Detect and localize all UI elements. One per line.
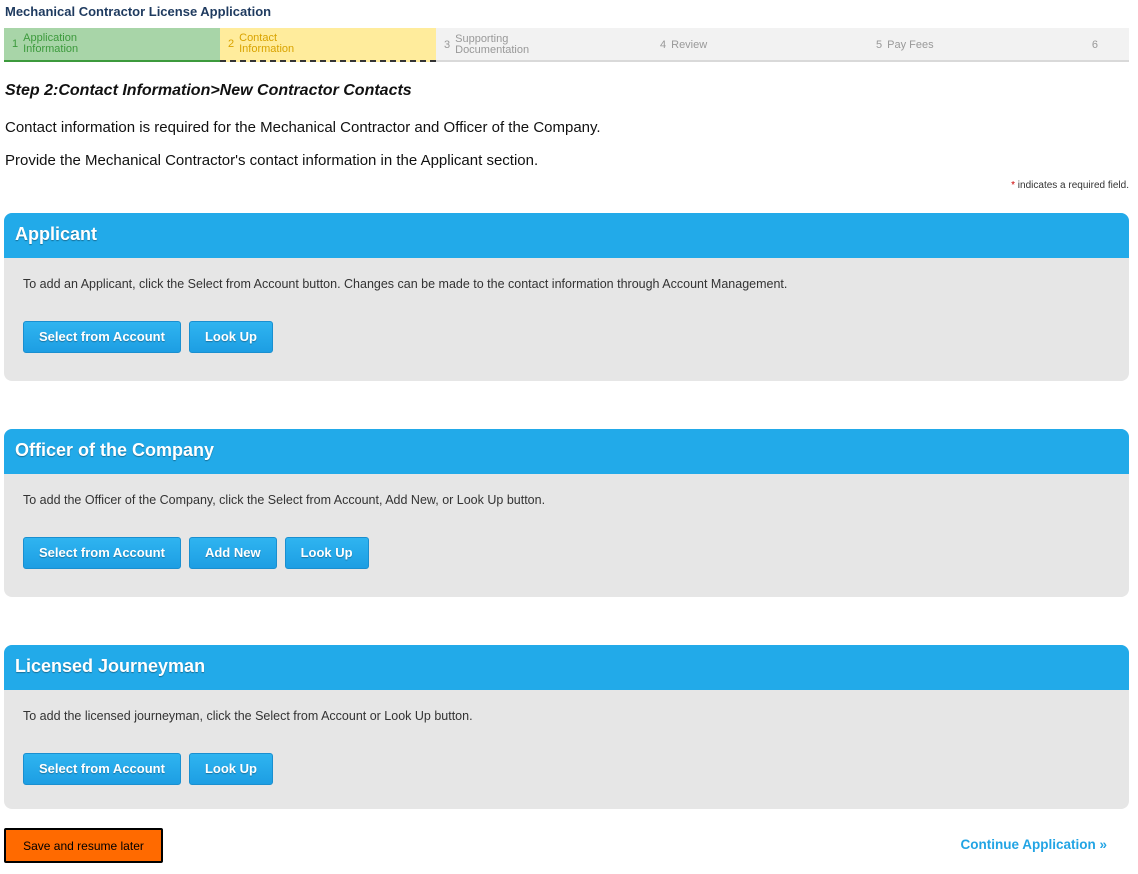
journeyman-button-group: Select from Account Look Up bbox=[23, 753, 273, 785]
step-number: 1 bbox=[12, 37, 19, 50]
step-label: Review bbox=[671, 38, 708, 51]
step-2-contact-information[interactable]: 2 Contact Information bbox=[220, 28, 436, 62]
step-4-review: 4 Review bbox=[652, 28, 868, 62]
step-number: 3 bbox=[444, 38, 451, 51]
officer-section: Officer of the Company To add the Office… bbox=[4, 429, 1129, 597]
officer-button-group: Select from Account Add New Look Up bbox=[23, 537, 369, 569]
step-5-pay-fees: 5 Pay Fees bbox=[868, 28, 1084, 62]
applicant-look-up-button[interactable]: Look Up bbox=[188, 321, 273, 353]
officer-select-from-account-button[interactable]: Select from Account bbox=[23, 537, 181, 569]
step-label: Supporting Documentation bbox=[455, 34, 529, 56]
step-6: 6 bbox=[1084, 28, 1129, 62]
officer-add-new-button[interactable]: Add New bbox=[188, 537, 277, 569]
step-label-line2: Documentation bbox=[455, 44, 530, 56]
required-note-text: indicates a required field. bbox=[1015, 180, 1129, 191]
applicant-button-group: Select from Account Look Up bbox=[23, 321, 273, 353]
applicant-section-title: Applicant bbox=[4, 213, 1129, 258]
journeyman-section-description: To add the licensed journeyman, click th… bbox=[23, 709, 473, 723]
step-number: 2 bbox=[228, 37, 235, 50]
step-number: 5 bbox=[876, 38, 883, 51]
required-field-note: * indicates a required field. bbox=[1011, 180, 1129, 191]
step-label: Contact Information bbox=[239, 33, 294, 55]
intro-text-2: Provide the Mechanical Contractor's cont… bbox=[5, 152, 539, 169]
journeyman-select-from-account-button[interactable]: Select from Account bbox=[23, 753, 181, 785]
step-number: 6 bbox=[1091, 38, 1098, 51]
officer-section-title: Officer of the Company bbox=[4, 429, 1129, 474]
journeyman-section-title: Licensed Journeyman bbox=[4, 645, 1129, 690]
officer-section-description: To add the Officer of the Company, click… bbox=[23, 493, 546, 507]
applicant-section: Applicant To add an Applicant, click the… bbox=[4, 213, 1129, 381]
applicant-select-from-account-button[interactable]: Select from Account bbox=[23, 321, 181, 353]
applicant-section-description: To add an Applicant, click the Select fr… bbox=[23, 277, 788, 291]
save-and-resume-later-button[interactable]: Save and resume later bbox=[4, 828, 163, 863]
step-label-line2: Information bbox=[23, 43, 79, 55]
journeyman-look-up-button[interactable]: Look Up bbox=[188, 753, 273, 785]
step-label-line2: Information bbox=[239, 43, 295, 55]
step-progress-bar: 1 Application Information 2 Contact Info… bbox=[4, 28, 1129, 62]
intro-text-1: Contact information is required for the … bbox=[5, 119, 601, 136]
step-1-application-information[interactable]: 1 Application Information bbox=[4, 28, 220, 62]
step-label: Application Information bbox=[23, 33, 78, 55]
journeyman-section: Licensed Journeyman To add the licensed … bbox=[4, 645, 1129, 809]
step-heading: Step 2:Contact Information>New Contracto… bbox=[5, 82, 412, 99]
step-number: 4 bbox=[660, 38, 667, 51]
continue-application-link[interactable]: Continue Application » bbox=[961, 837, 1108, 852]
step-3-supporting-documentation: 3 Supporting Documentation bbox=[436, 28, 652, 62]
officer-look-up-button[interactable]: Look Up bbox=[284, 537, 369, 569]
app-title: Mechanical Contractor License Applicatio… bbox=[5, 4, 272, 19]
page: Mechanical Contractor License Applicatio… bbox=[0, 0, 1138, 874]
step-label: Pay Fees bbox=[887, 38, 934, 51]
